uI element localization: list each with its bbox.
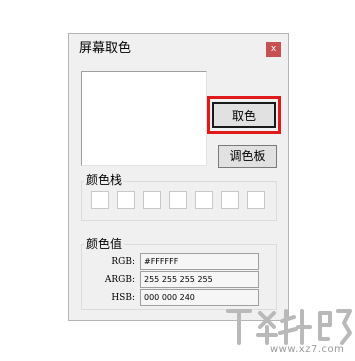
watermark-text: www.xz7.com	[270, 344, 345, 355]
close-button[interactable]: x	[266, 42, 281, 57]
rgb-label: RGB:	[111, 257, 135, 267]
title-bar[interactable]: 屏幕取色 x	[69, 34, 288, 64]
window-title: 屏幕取色	[79, 41, 132, 56]
color-values-label: 颜色值	[84, 237, 125, 251]
color-stack-swatch[interactable]	[221, 191, 239, 209]
watermark: www.xz7.com	[220, 303, 355, 361]
argb-label: ARGB:	[104, 275, 135, 285]
close-icon: x	[270, 44, 277, 54]
color-preview	[81, 71, 207, 166]
color-picker-dialog: 屏幕取色 x 取色 调色板 颜色栈 颜色值 RGB: #FFFFFF ARGB:…	[68, 33, 289, 321]
hsb-label: HSB:	[111, 293, 135, 303]
color-stack-swatch[interactable]	[195, 191, 213, 209]
color-stack-swatch[interactable]	[169, 191, 187, 209]
rgb-value-field[interactable]: #FFFFFF	[140, 253, 259, 270]
xiazaiba-logo-icon	[226, 309, 352, 345]
color-stack-swatch[interactable]	[247, 191, 265, 209]
color-stack-swatch[interactable]	[143, 191, 161, 209]
color-stack-swatch[interactable]	[117, 191, 135, 209]
color-stack-label: 颜色栈	[84, 173, 125, 187]
color-stack-swatch[interactable]	[91, 191, 109, 209]
palette-button[interactable]: 调色板	[218, 145, 277, 168]
argb-value-field[interactable]: 255 255 255 255	[140, 271, 259, 288]
pick-color-button[interactable]: 取色	[212, 102, 276, 128]
